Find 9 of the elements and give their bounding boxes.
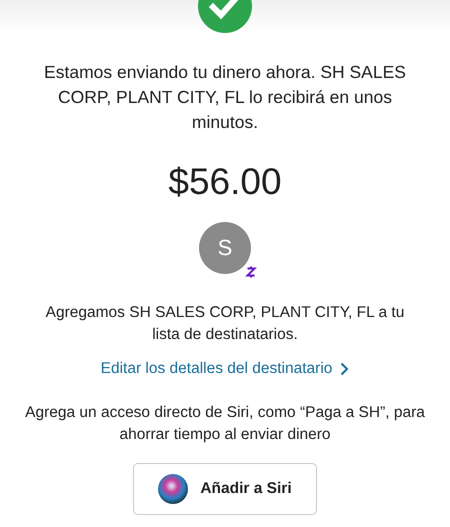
recipient-avatar: S: [199, 222, 251, 274]
recipient-added-message: Agregamos SH SALES CORP, PLANT CITY, FL a tu lista de destinatarios.: [45, 303, 405, 345]
status-message: Estamos enviando tu dinero ahora. SH SALES CORP, PLANT CITY, FL lo recibirá en unos minutos.: [43, 61, 407, 134]
add-to-siri-button[interactable]: Añadir a Siri: [133, 463, 317, 515]
chevron-right-icon: [340, 362, 350, 376]
siri-message: Agrega un acceso directo de Siri, como “Paga a SH”, para ahorrar tiempo al enviar dinero: [24, 403, 426, 445]
amount: $56.00: [168, 161, 282, 203]
edit-recipient-link[interactable]: Editar los detalles del destinatario: [100, 360, 350, 378]
siri-icon: [158, 474, 188, 504]
